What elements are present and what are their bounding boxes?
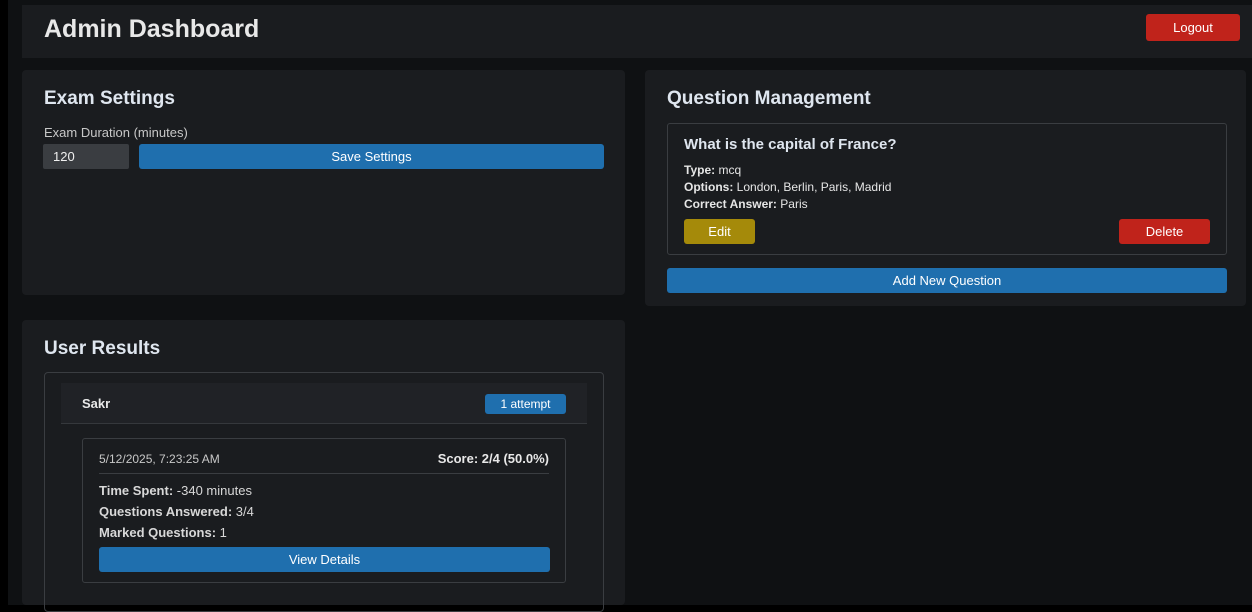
user-results-list: Sakr 1 attempt 5/12/2025, 7:23:25 AM Sco… — [44, 372, 604, 612]
attempt-marked-questions: Marked Questions: 1 — [99, 525, 227, 540]
question-text: What is the capital of France? — [684, 136, 897, 153]
question-management-title: Question Management — [667, 88, 871, 109]
attempt-score: Score: 2/4 (50.0%) — [437, 451, 549, 466]
question-type-label: Type: — [684, 163, 716, 177]
time-spent-label: Time Spent: — [99, 483, 174, 498]
header-bar: Admin Dashboard Logout — [22, 5, 1252, 58]
questions-answered-value: 3/4 — [235, 504, 254, 519]
questions-answered-label: Questions Answered: — [99, 504, 233, 519]
question-options: Options: London, Berlin, Paris, Madrid — [684, 180, 891, 194]
page-title: Admin Dashboard — [44, 15, 260, 43]
attempt-time-spent: Time Spent: -340 minutes — [99, 483, 252, 498]
app-root: Admin Dashboard Logout Exam Settings Exa… — [8, 0, 1252, 612]
question-answer-label: Correct Answer: — [684, 197, 777, 211]
question-correct-answer: Correct Answer: Paris — [684, 197, 808, 211]
logout-button[interactable]: Logout — [1146, 14, 1240, 41]
exam-duration-input[interactable] — [43, 144, 129, 169]
attempt-card: 5/12/2025, 7:23:25 AM Score: 2/4 (50.0%)… — [82, 438, 566, 583]
user-name: Sakr — [82, 396, 111, 411]
edit-question-button[interactable]: Edit — [684, 219, 755, 244]
view-details-button[interactable]: View Details — [99, 547, 550, 572]
exam-settings-title: Exam Settings — [44, 88, 175, 109]
question-type-value: mcq — [718, 163, 742, 177]
add-new-question-button[interactable]: Add New Question — [667, 268, 1227, 293]
question-card: What is the capital of France? Type: mcq… — [667, 123, 1227, 255]
delete-question-button[interactable]: Delete — [1119, 219, 1210, 244]
question-answer-value: Paris — [780, 197, 808, 211]
question-options-label: Options: — [684, 180, 734, 194]
attempt-timestamp: 5/12/2025, 7:23:25 AM — [99, 452, 220, 466]
attempt-count-badge: 1 attempt — [485, 394, 566, 414]
user-result-header[interactable]: Sakr 1 attempt — [61, 383, 587, 424]
marked-questions-value: 1 — [219, 525, 227, 540]
save-settings-button[interactable]: Save Settings — [139, 144, 604, 169]
attempt-questions-answered: Questions Answered: 3/4 — [99, 504, 254, 519]
exam-duration-label: Exam Duration (minutes) — [44, 125, 188, 140]
marked-questions-label: Marked Questions: — [99, 525, 217, 540]
user-results-title: User Results — [44, 338, 161, 359]
attempt-divider — [99, 473, 549, 474]
time-spent-value: -340 minutes — [176, 483, 252, 498]
question-type: Type: mcq — [684, 163, 741, 177]
question-options-value: London, Berlin, Paris, Madrid — [736, 180, 892, 194]
exam-settings-panel: Exam Settings Exam Duration (minutes) Sa… — [22, 70, 625, 295]
question-management-panel: Question Management What is the capital … — [645, 70, 1246, 306]
user-results-panel: User Results Sakr 1 attempt 5/12/2025, 7… — [22, 320, 625, 612]
